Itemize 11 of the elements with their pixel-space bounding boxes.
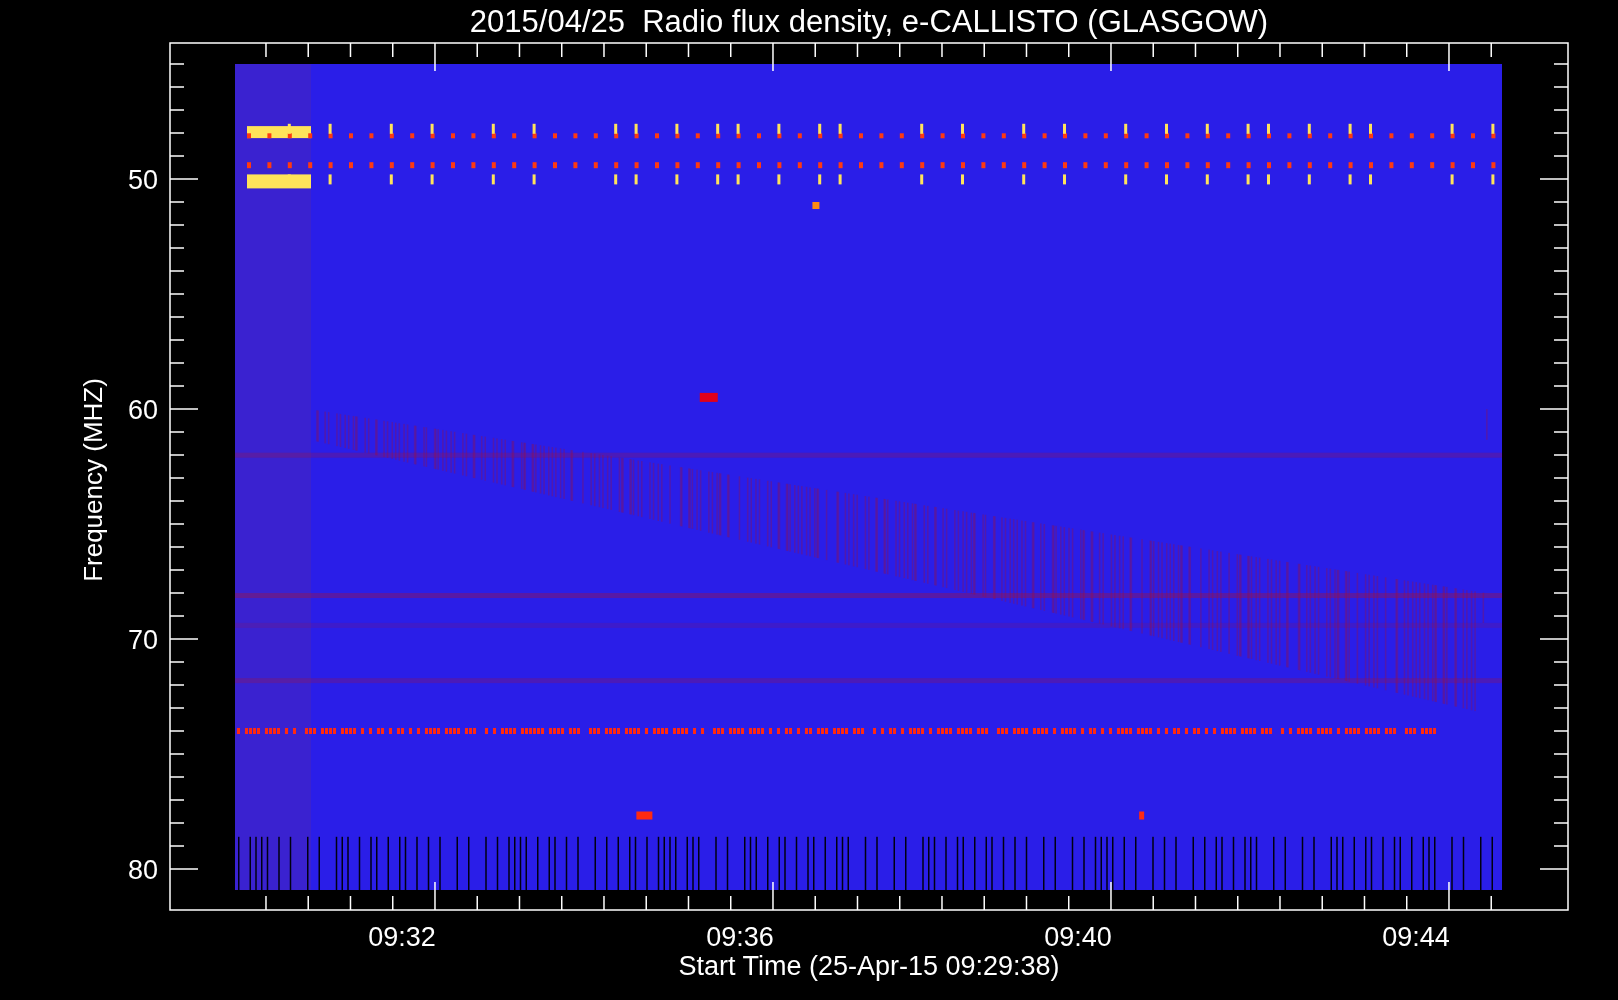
x-tick-label: 09:44 (1382, 922, 1450, 952)
y-tick-label: 50 (127, 165, 158, 195)
y-tick-label: 70 (127, 625, 158, 655)
x-tick-label: 09:32 (368, 922, 436, 952)
x-tick-label: 09:40 (1044, 922, 1112, 952)
y-tick-label: 60 (127, 395, 158, 425)
chart-title: 2015/04/25 Radio flux density, e-CALLISTO (GLASGOW) (469, 4, 1269, 39)
y-tick-label: 80 (127, 855, 158, 885)
y-axis-label: Frequency (MHZ) (78, 378, 108, 582)
x-axis-label: Start Time (25-Apr-15 09:29:38) (678, 951, 1060, 981)
x-tick-label: 09:36 (706, 922, 774, 952)
